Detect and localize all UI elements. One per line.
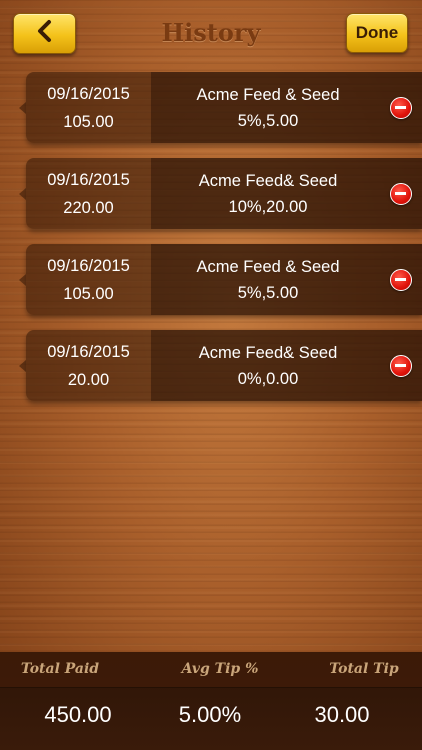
row-tip: 10%,20.00 bbox=[228, 198, 308, 216]
delete-icon[interactable] bbox=[390, 269, 412, 291]
history-row[interactable]: 09/16/2015 220.00 Acme Feed& Seed 10%,20… bbox=[19, 158, 422, 229]
row-left: 09/16/2015 105.00 bbox=[26, 244, 151, 315]
avg-tip-value: 5.00% bbox=[178, 702, 242, 727]
row-right: Acme Feed& Seed 10%,20.00 bbox=[151, 158, 422, 229]
totals-footer: Total Paid Avg Tip % Total Tip 450.00 5.… bbox=[0, 652, 422, 750]
row-merchant: Acme Feed& Seed bbox=[198, 172, 338, 190]
done-button[interactable]: Done bbox=[346, 13, 408, 53]
row-amount: 220.00 bbox=[63, 199, 114, 217]
row-date: 09/16/2015 bbox=[47, 257, 130, 275]
total-tip-label: Total Tip bbox=[329, 661, 399, 677]
total-paid-value: 450.00 bbox=[44, 702, 112, 727]
chevron-left-icon bbox=[35, 19, 55, 48]
history-row[interactable]: 09/16/2015 20.00 Acme Feed& Seed 0%,0.00 bbox=[19, 330, 422, 401]
row-amount: 105.00 bbox=[63, 285, 114, 303]
row-merchant: Acme Feed & Seed bbox=[196, 86, 340, 104]
row-merchant: Acme Feed& Seed bbox=[198, 344, 338, 362]
row-tip: 5%,5.00 bbox=[237, 284, 299, 302]
total-paid-label: Total Paid bbox=[20, 661, 100, 677]
row-right: Acme Feed & Seed 5%,5.00 bbox=[151, 244, 422, 315]
row-left: 09/16/2015 105.00 bbox=[26, 72, 151, 143]
page-title: History bbox=[161, 18, 261, 47]
row-date: 09/16/2015 bbox=[47, 85, 130, 103]
nav-bar: History Done bbox=[0, 0, 422, 70]
row-tip: 0%,0.00 bbox=[237, 370, 299, 388]
row-tip: 5%,5.00 bbox=[237, 112, 299, 130]
row-right: Acme Feed & Seed 5%,5.00 bbox=[151, 72, 422, 143]
history-row[interactable]: 09/16/2015 105.00 Acme Feed & Seed 5%,5.… bbox=[19, 72, 422, 143]
avg-tip-label: Avg Tip % bbox=[181, 661, 259, 677]
back-button[interactable] bbox=[13, 13, 76, 54]
row-amount: 105.00 bbox=[63, 113, 114, 131]
row-merchant: Acme Feed & Seed bbox=[196, 258, 340, 276]
row-date: 09/16/2015 bbox=[47, 343, 130, 361]
totals-labels-bar: Total Paid Avg Tip % Total Tip bbox=[0, 652, 422, 688]
total-tip-value: 30.00 bbox=[314, 702, 370, 727]
history-row[interactable]: 09/16/2015 105.00 Acme Feed & Seed 5%,5.… bbox=[19, 244, 422, 315]
row-left: 09/16/2015 20.00 bbox=[26, 330, 151, 401]
row-left: 09/16/2015 220.00 bbox=[26, 158, 151, 229]
row-amount: 20.00 bbox=[67, 371, 110, 389]
row-date: 09/16/2015 bbox=[47, 171, 130, 189]
row-right: Acme Feed& Seed 0%,0.00 bbox=[151, 330, 422, 401]
delete-icon[interactable] bbox=[390, 355, 412, 377]
delete-icon[interactable] bbox=[390, 183, 412, 205]
delete-icon[interactable] bbox=[390, 97, 412, 119]
